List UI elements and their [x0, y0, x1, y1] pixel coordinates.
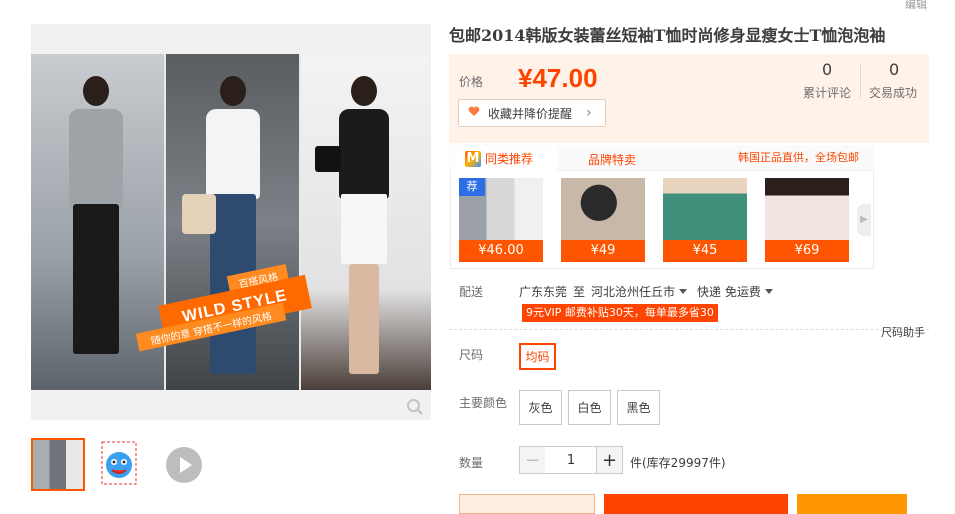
caret-down-icon: [679, 289, 688, 294]
favorite-label: 收藏并降价提醒: [488, 106, 573, 121]
quantity-decrease-button[interactable]: −: [519, 446, 546, 474]
price-label: 价格: [459, 75, 484, 89]
review-count[interactable]: 0: [822, 60, 832, 79]
buy-now-button[interactable]: [459, 494, 595, 514]
zoom-icon[interactable]: [406, 398, 424, 416]
ship-from: 广东东莞: [519, 285, 568, 299]
recommendation-note: 韩国正品直供，全场包邮: [738, 151, 859, 164]
color-label: 主要颜色: [459, 396, 508, 410]
recommend-badge: 荐: [459, 178, 485, 196]
quantity-input[interactable]: [545, 446, 597, 474]
recommend-item[interactable]: ¥69: [765, 178, 849, 262]
review-count-label[interactable]: 累计评论: [803, 84, 851, 101]
sales-count[interactable]: 0: [889, 60, 899, 79]
play-video-icon[interactable]: [166, 447, 202, 483]
similar-logo-icon: M: [465, 150, 481, 167]
recommend-item[interactable]: ¥45: [663, 178, 747, 262]
thumbnail-main[interactable]: [31, 438, 85, 491]
recommend-item-price: ¥46.00: [459, 240, 543, 262]
thumbnail-shipping-badge[interactable]: [98, 440, 140, 486]
recommend-item-price: ¥49: [561, 240, 645, 262]
color-option-black[interactable]: 黑色: [617, 390, 660, 425]
heart-icon: [468, 106, 480, 120]
divider: [449, 329, 929, 330]
tab-similar-label: 同类推荐: [485, 152, 534, 166]
vip-shipping-badge[interactable]: 9元VIP 邮费补贴30天，每单最多省30: [522, 304, 718, 322]
product-title: 包邮2014韩版女装蕾丝短袖T恤时尚修身显瘦女士T恤泡泡袖: [449, 26, 886, 45]
tab-similar[interactable]: M 同类推荐: [451, 146, 557, 171]
model-photo-black: [301, 54, 431, 390]
add-to-cart-button[interactable]: [604, 494, 788, 514]
stat-divider: [860, 64, 861, 98]
color-option-white[interactable]: 白色: [568, 390, 611, 425]
quantity-label: 数量: [459, 456, 484, 470]
main-product-image[interactable]: [31, 54, 431, 390]
shipping-label: 配送: [459, 285, 484, 299]
chevron-right-icon: ›: [586, 105, 592, 121]
recommend-item[interactable]: ¥49: [561, 178, 645, 262]
carousel-next-icon[interactable]: ▶: [857, 204, 871, 236]
ship-destination-select[interactable]: 河北沧州任丘市: [591, 283, 691, 300]
quantity-increase-button[interactable]: +: [596, 446, 623, 474]
ship-method-select[interactable]: 快递 免运费: [697, 283, 777, 300]
shipping-route: 广东东莞 至 河北沧州任丘市 快递 免运费: [519, 283, 777, 300]
edit-link[interactable]: 编辑: [905, 0, 927, 12]
favorite-price-alert-button[interactable]: 收藏并降价提醒 ›: [458, 99, 606, 127]
ship-to-word: 至: [573, 285, 586, 299]
stock-info: 件(库存29997件): [630, 456, 726, 470]
recommend-item-price: ¥69: [765, 240, 849, 262]
tab-brand-sale[interactable]: 品牌特卖: [588, 151, 636, 168]
recommend-item-price: ¥45: [663, 240, 747, 262]
caret-down-icon: [764, 289, 773, 294]
size-label: 尺码: [459, 348, 484, 362]
extra-action-button[interactable]: [797, 494, 907, 514]
size-helper-link[interactable]: 尺码助手: [881, 324, 925, 340]
price-value: ¥47.00: [518, 63, 598, 93]
color-option-grey[interactable]: 灰色: [519, 390, 562, 425]
size-option-selected[interactable]: 均码: [519, 343, 556, 370]
sales-count-label[interactable]: 交易成功: [869, 84, 917, 101]
